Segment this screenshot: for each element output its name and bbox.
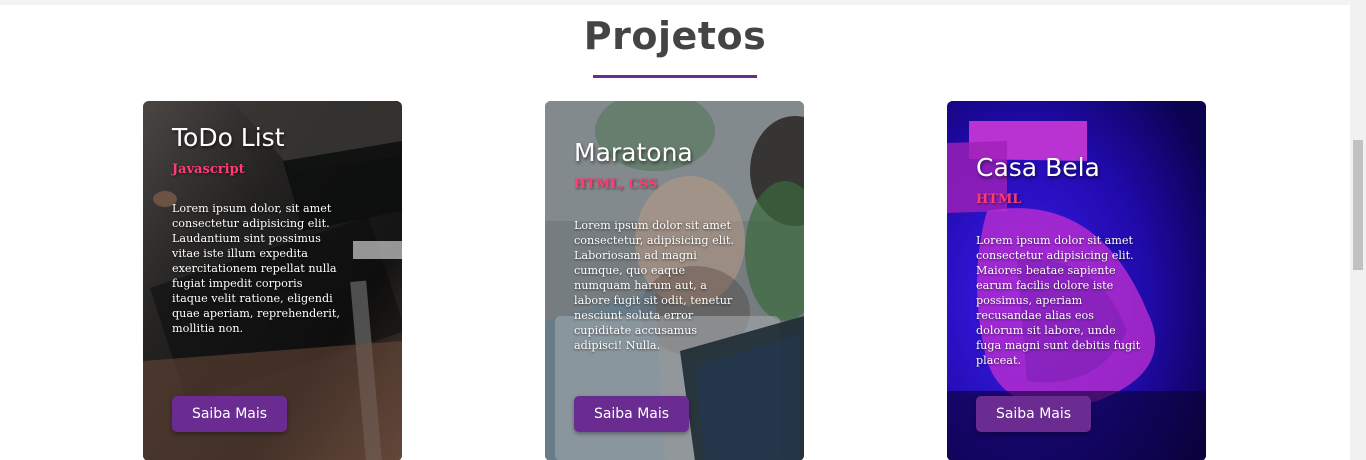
project-tech: Javascript [172,162,245,177]
project-description: Lorem ipsum dolor sit amet consectetur, … [574,219,734,352]
project-title: Casa Bela [976,153,1100,182]
section-title: Projetos [583,14,767,58]
project-tech: HTML, CSS [574,177,658,192]
project-title: Maratona [574,138,693,167]
scrollbar-thumb[interactable] [1353,140,1363,270]
project-card-todo-list: ToDo List Javascript Lorem ipsum dolor, … [143,101,402,460]
project-tech: HTML [976,192,1022,207]
project-card-casa-bela: Casa Bela HTML Lorem ipsum dolor sit ame… [947,101,1206,460]
project-description: Lorem ipsum dolor sit amet consectetur a… [976,234,1141,367]
saiba-mais-button[interactable]: Saiba Mais [976,396,1091,432]
saiba-mais-button[interactable]: Saiba Mais [172,396,287,432]
top-strip [0,0,1350,5]
saiba-mais-button[interactable]: Saiba Mais [574,396,689,432]
project-description: Lorem ipsum dolor, sit amet consectetur … [172,202,340,335]
vertical-scrollbar[interactable] [1350,0,1366,460]
title-underline [593,75,757,78]
project-title: ToDo List [172,123,285,152]
project-card-maratona: Maratona HTML, CSS Lorem ipsum dolor sit… [545,101,804,460]
